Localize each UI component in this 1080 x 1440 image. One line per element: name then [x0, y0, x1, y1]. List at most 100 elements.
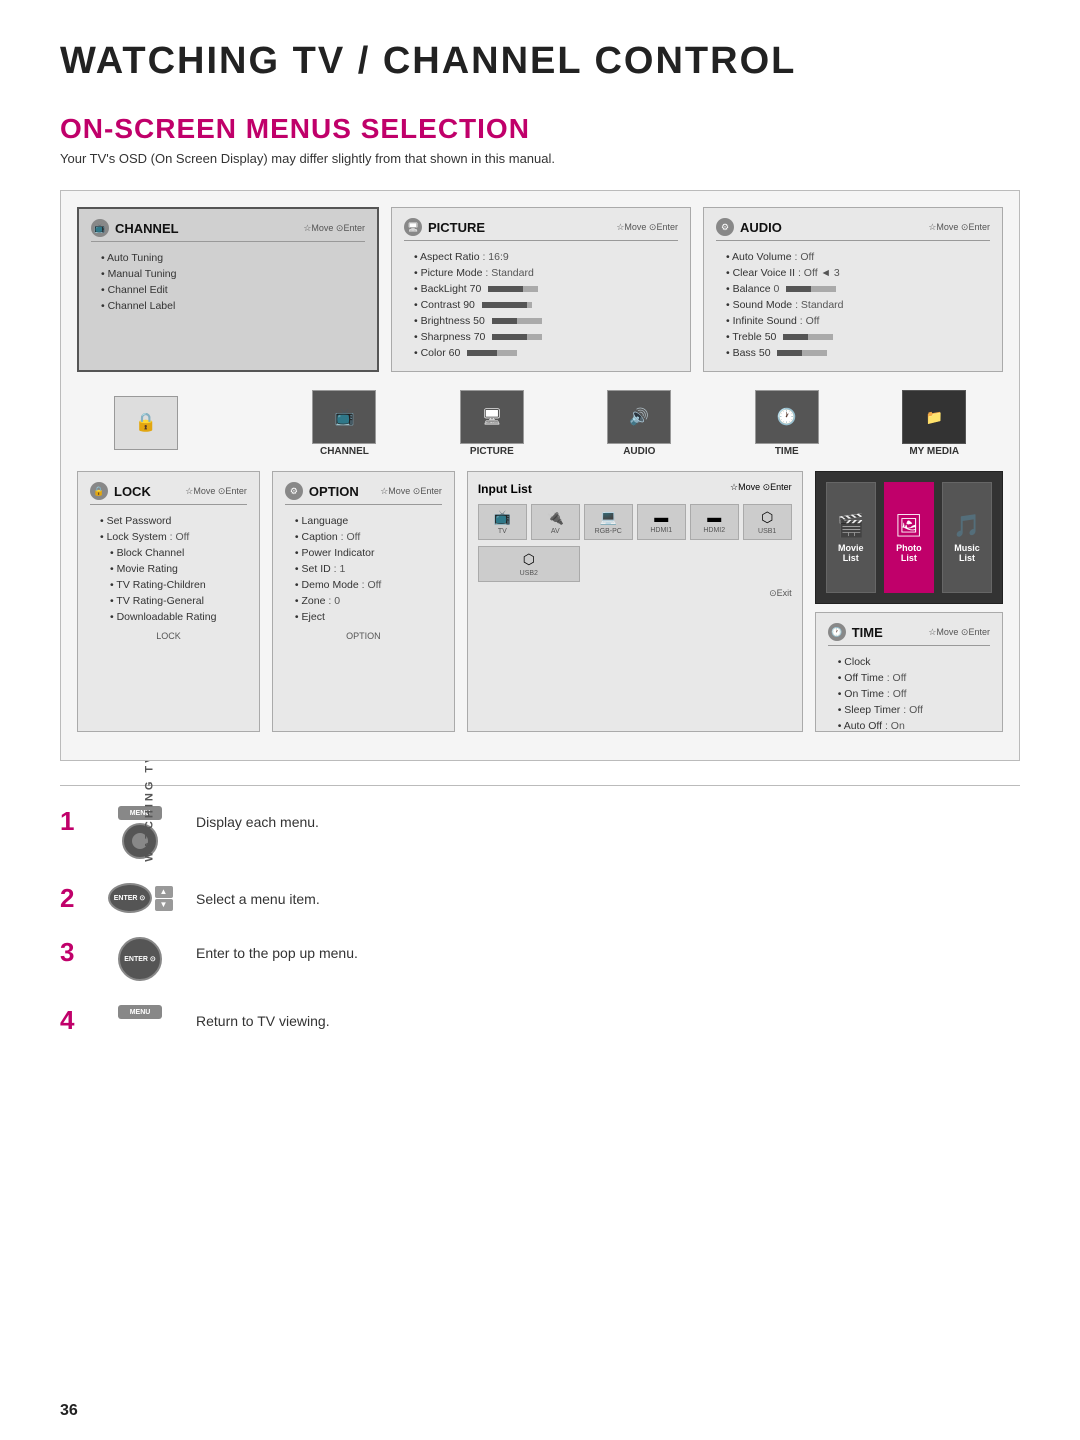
picture-aspect: • Aspect Ratio : 16:9 — [404, 249, 678, 265]
lock-panel: 🔒 LOCK ☆Move ⊙Enter • Set Password • Loc… — [77, 471, 260, 732]
input-list-nav: ☆Move ⊙Enter — [730, 482, 792, 496]
instructions-section: 1 MENU Display each menu. 2 ENTER ⊙ — [60, 806, 1020, 1033]
audio-clear: • Clear Voice II : Off ◄ 3 — [716, 265, 990, 281]
lock-panel-header: 🔒 LOCK ☆Move ⊙Enter — [90, 482, 247, 505]
time-bottom-icon: 🕐 — [755, 390, 819, 444]
picture-bottom-icon: 🖥 — [460, 390, 524, 444]
input-usb2: ⬡ USB2 — [478, 546, 580, 582]
input-exit: ⊙Exit — [478, 588, 792, 599]
channel-panel: 📺 CHANNEL ☆Move ⊙Enter • Auto Tuning • M… — [77, 207, 379, 372]
mymedia-photo: 🖼 Photo List — [884, 482, 934, 593]
input-grid-2: ⬡ USB2 — [478, 546, 792, 582]
step-1-text: Display each menu. — [196, 806, 319, 830]
option-eject: • Eject — [285, 609, 442, 625]
input-list-header: Input List ☆Move ⊙Enter — [478, 482, 792, 496]
channel-title: CHANNEL — [115, 221, 297, 236]
time-bottom-icon-block: 🕐 TIME — [718, 390, 855, 457]
option-panel-header: ⚙ OPTION ☆Move ⊙Enter — [285, 482, 442, 505]
lock-icon: 🔒 — [114, 396, 178, 450]
lock-icon-block: 🔒 — [77, 396, 214, 452]
time-panel-header: 🕐 TIME ☆Move ⊙Enter — [828, 623, 990, 646]
instruction-4: 4 MENU Return to TV viewing. — [60, 1005, 1020, 1033]
channel-item-auto: • Auto Tuning — [91, 250, 365, 266]
option-power: • Power Indicator — [285, 545, 442, 561]
step-1-icon-area: MENU — [100, 806, 180, 859]
step-2-number: 2 — [60, 885, 84, 911]
enter-button-2[interactable]: ENTER ⊙ — [108, 883, 152, 913]
lock-nav: ☆Move ⊙Enter — [185, 486, 247, 497]
audio-panel: ⚙ AUDIO ☆Move ⊙Enter • Auto Volume : Off… — [703, 207, 1003, 372]
mymedia-bottom-icon-block: 📁 MY MEDIA — [866, 390, 1003, 457]
section-subtitle: Your TV's OSD (On Screen Display) may di… — [60, 151, 1020, 166]
option-icon: ⚙ — [285, 482, 303, 500]
mymedia-music: 🎵 Music List — [942, 482, 992, 593]
option-zone: • Zone : 0 — [285, 593, 442, 609]
audio-title: AUDIO — [740, 220, 922, 235]
input-usb1: ⬡ USB1 — [743, 504, 792, 540]
step-2-text: Select a menu item. — [196, 883, 320, 907]
audio-mode: • Sound Mode : Standard — [716, 297, 990, 313]
audio-icon: ⚙ — [716, 218, 734, 236]
movie-label: Movie List — [831, 543, 871, 563]
audio-bottom-icon-block: 🔊 AUDIO — [571, 390, 708, 457]
channel-nav: ☆Move ⊙Enter — [303, 223, 365, 234]
input-hdmi1: ▬ HDMI1 — [637, 504, 686, 540]
mymedia-row: 🎬 Movie List 🖼 Photo List 🎵 Music List — [826, 482, 992, 593]
option-nav: ☆Move ⊙Enter — [380, 486, 442, 497]
page-number: 36 — [60, 1402, 78, 1420]
audio-infinite: • Infinite Sound : Off — [716, 313, 990, 329]
picture-nav: ☆Move ⊙Enter — [616, 222, 678, 233]
time-panel: 🕐 TIME ☆Move ⊙Enter • Clock • Off Time :… — [815, 612, 1003, 732]
photo-icon: 🖼 — [895, 513, 923, 539]
lock-tv-general: • TV Rating-General — [90, 593, 247, 609]
picture-brightness: • Brightness 50 — [404, 313, 678, 329]
enter-button-3[interactable]: ENTER ⊙ — [118, 937, 162, 981]
picture-panel: 🖥 PICTURE ☆Move ⊙Enter • Aspect Ratio : … — [391, 207, 691, 372]
section-title: ON-SCREEN MENUS SELECTION — [60, 113, 1020, 145]
channel-item-label: • Channel Label — [91, 298, 365, 314]
picture-color: • Color 60 — [404, 345, 678, 361]
step-3-text: Enter to the pop up menu. — [196, 937, 358, 961]
music-label: Music List — [947, 543, 987, 563]
input-tv: 📺 TV — [478, 504, 527, 540]
music-icon: 🎵 — [953, 513, 980, 539]
time-clock: • Clock — [828, 654, 990, 670]
lock-bottom-label: LOCK — [90, 631, 247, 641]
photo-label: Photo List — [889, 543, 929, 563]
option-language: • Language — [285, 513, 442, 529]
osd-diagram: 📺 CHANNEL ☆Move ⊙Enter • Auto Tuning • M… — [60, 190, 1020, 761]
input-grid: 📺 TV 🔌 AV 💻 RGB-PC ▬ — [478, 504, 792, 540]
time-off: • Off Time : Off — [828, 670, 990, 686]
audio-treble: • Treble 50 — [716, 329, 990, 345]
audio-bass: • Bass 50 — [716, 345, 990, 361]
mymedia-bottom-label: MY MEDIA — [909, 446, 959, 457]
channel-icon: 📺 — [91, 219, 109, 237]
instruction-2: 2 ENTER ⊙ ▲ ▼ Select a menu item. — [60, 883, 1020, 913]
lock-title: LOCK — [114, 484, 179, 499]
picture-mode: • Picture Mode : Standard — [404, 265, 678, 281]
mymedia-bottom-icon: 📁 — [902, 390, 966, 444]
picture-icon: 🖥 — [404, 218, 422, 236]
channel-bottom-label: CHANNEL — [320, 446, 369, 457]
option-demo: • Demo Mode : Off — [285, 577, 442, 593]
input-hdmi2: ▬ HDMI2 — [690, 504, 739, 540]
time-bottom-label: TIME — [775, 446, 799, 457]
mymedia-movie: 🎬 Movie List — [826, 482, 876, 593]
lock-downloadable: • Downloadable Rating — [90, 609, 247, 625]
audio-bottom-icon: 🔊 — [607, 390, 671, 444]
time-icon: 🕐 — [828, 623, 846, 641]
movie-icon: 🎬 — [837, 513, 864, 539]
picture-backlight: • BackLight 70 — [404, 281, 678, 297]
step-4-text: Return to TV viewing. — [196, 1005, 330, 1029]
channel-item-edit: • Channel Edit — [91, 282, 365, 298]
channel-bottom-icon-block: 📺 CHANNEL — [276, 390, 413, 457]
picture-panel-header: 🖥 PICTURE ☆Move ⊙Enter — [404, 218, 678, 241]
instruction-1: 1 MENU Display each menu. — [60, 806, 1020, 859]
step-4-number: 4 — [60, 1007, 84, 1033]
time-title: TIME — [852, 625, 923, 640]
menu-button-4[interactable]: MENU — [118, 1005, 162, 1019]
picture-sharpness: • Sharpness 70 — [404, 329, 678, 345]
option-bottom-label: OPTION — [285, 631, 442, 641]
lock-system: • Lock System : Off — [90, 529, 247, 545]
audio-balance: • Balance 0 — [716, 281, 990, 297]
